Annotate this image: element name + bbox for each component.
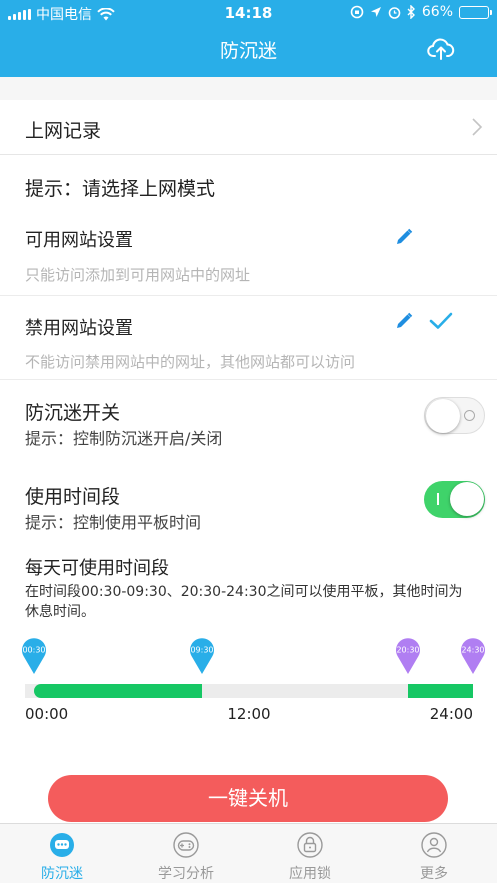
blocked-sites-section[interactable]: 禁用网站设置 不能访问禁用网站中的网址，其他网站都可以访问	[0, 296, 497, 380]
tab-label: 学习分析	[158, 866, 214, 882]
anti-addiction-title: 防沉迷开关	[25, 402, 121, 424]
time-marker-label: 00:30	[23, 646, 46, 655]
time-marker-pin[interactable]: 09:30	[189, 637, 215, 675]
top-bar: 中国电信 14:18 66% 防沉迷	[0, 0, 497, 77]
usage-range-segment	[407, 684, 473, 698]
time-period-toggle[interactable]	[424, 481, 485, 518]
anti-addiction-desc: 提示：控制防沉迷开启/关闭	[25, 429, 223, 448]
blocked-sites-desc: 不能访问禁用网站中的网址，其他网站都可以访问	[25, 353, 356, 371]
lock-icon	[297, 832, 323, 858]
mode-hint: 提示：请选择上网模式	[25, 178, 216, 200]
daily-period-desc: 在时间段00:30-09:30、20:30-24:30之间可以使用平板，其他时间…	[25, 584, 463, 620]
chevron-right-icon	[472, 118, 483, 136]
time-marker-pin[interactable]: 20:30	[395, 637, 421, 675]
battery-percent: 66%	[421, 4, 453, 20]
time-period-desc: 提示：控制使用平板时间	[25, 513, 202, 532]
time-marker-pin[interactable]: 24:30	[460, 637, 486, 675]
axis-tick-label: 00:00	[25, 705, 69, 723]
usage-range-segment	[34, 684, 203, 698]
checkmark-icon	[429, 312, 453, 329]
tab-label: 应用锁	[289, 866, 331, 882]
tab-app-lock[interactable]: 应用锁	[248, 824, 372, 883]
main-content: 上网记录 提示：请选择上网模式 可用网站设置 只能访问添加到可用网站中的网址 禁…	[0, 77, 497, 823]
pull-area	[0, 77, 497, 100]
time-range-slider[interactable]: 00:30 09:30 20:30 24:30 00:00 12:00 24:00	[0, 637, 497, 727]
time-marker-label: 24:30	[461, 646, 484, 655]
time-period-title: 使用时间段	[25, 486, 121, 508]
tab-learning-analysis[interactable]: 学习分析	[124, 824, 248, 883]
browsing-history-label: 上网记录	[25, 120, 102, 142]
edit-allowed-sites-icon[interactable]	[395, 228, 413, 246]
allowed-sites-section[interactable]: 可用网站设置 只能访问添加到可用网站中的网址	[0, 210, 497, 296]
rotation-lock-icon	[350, 5, 364, 19]
blocked-sites-title: 禁用网站设置	[25, 318, 133, 339]
edit-blocked-sites-icon[interactable]	[395, 312, 413, 330]
time-marker-label: 20:30	[396, 646, 419, 655]
tab-label: 更多	[420, 866, 448, 882]
cloud-upload-icon[interactable]	[427, 37, 455, 61]
allowed-sites-title: 可用网站设置	[25, 230, 133, 251]
tab-more[interactable]: 更多	[372, 824, 496, 883]
chat-bubble-icon	[50, 833, 74, 857]
one-key-shutdown-button[interactable]: 一键关机	[48, 775, 448, 822]
axis-tick-label: 12:00	[227, 705, 271, 723]
location-icon	[370, 7, 381, 17]
tab-bar: 防沉迷 学习分析 应用锁 更多	[0, 823, 497, 883]
gamepad-icon	[173, 832, 199, 858]
tab-label: 防沉迷	[41, 866, 83, 882]
alarm-icon	[388, 6, 401, 19]
browsing-history-row[interactable]: 上网记录	[0, 100, 497, 155]
axis-tick-label: 24:00	[429, 705, 473, 723]
status-bar: 中国电信 14:18 66%	[0, 0, 497, 26]
daily-period-title: 每天可使用时间段	[25, 558, 169, 579]
battery-icon	[459, 5, 492, 19]
time-marker-label: 09:30	[191, 646, 214, 655]
anti-addiction-toggle[interactable]	[424, 397, 485, 434]
page-title: 防沉迷	[219, 40, 277, 62]
user-icon	[421, 832, 447, 858]
bluetooth-icon	[407, 5, 415, 19]
tab-anti-addiction[interactable]: 防沉迷	[0, 824, 124, 883]
allowed-sites-desc: 只能访问添加到可用网站中的网址	[25, 266, 251, 284]
time-marker-pin[interactable]: 00:30	[21, 637, 47, 675]
